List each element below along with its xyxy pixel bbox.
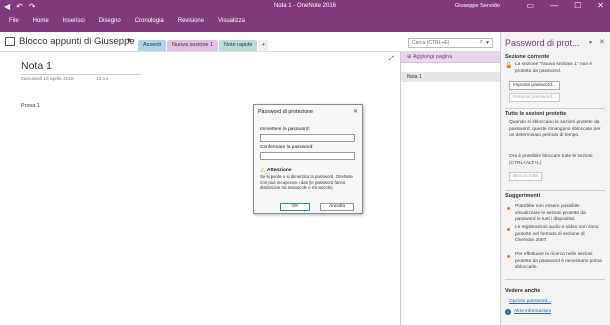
cancel-button[interactable]: Annulla xyxy=(320,203,354,211)
warning-text: Se si perde o si dimentica la password, … xyxy=(260,174,353,190)
divider xyxy=(505,190,605,191)
current-section-heading: Sezione corrente xyxy=(505,54,550,60)
task-pane-title: Password di prot... xyxy=(505,38,580,48)
tab-inserisci[interactable]: Inserisci xyxy=(63,18,85,24)
bullet-icon xyxy=(507,255,510,258)
minimize-icon[interactable]: — xyxy=(550,1,558,10)
tab-visualizza[interactable]: Visualizza xyxy=(218,18,245,24)
add-page-label: Aggiungi pagina xyxy=(412,54,453,60)
tips-heading: Suggerimenti xyxy=(505,193,541,199)
section-tab-assenti[interactable]: Assenti xyxy=(138,40,167,51)
ribbon: File Home Inserisci Disegno Cronologia R… xyxy=(0,14,610,32)
tab-disegno[interactable]: Disegno xyxy=(99,18,121,24)
chevron-down-icon[interactable]: ▼ xyxy=(588,40,593,46)
lock-all-button[interactable]: Blocca tutte xyxy=(509,172,543,181)
lock-icon: 🔒 xyxy=(505,63,513,69)
see-also-heading: Vedere anche xyxy=(505,288,541,294)
tip-item: Le registrazioni audio e video non sono … xyxy=(515,225,599,243)
page-body-text[interactable]: Prova 1 xyxy=(21,103,40,109)
search-placeholder: Cerca (CTRL+E) xyxy=(412,40,450,46)
tab-revisione[interactable]: Revisione xyxy=(178,18,204,24)
tab-home[interactable]: Home xyxy=(33,18,49,24)
tip-item: Per effettuare la ricerca nelle sezioni … xyxy=(515,252,602,270)
close-icon[interactable]: ✕ xyxy=(599,38,605,46)
page-date: mercoledì 18 aprile 2018 xyxy=(21,77,74,82)
enter-password-field[interactable] xyxy=(260,134,355,142)
notebook-name[interactable]: Blocco appunti di Giuseppe xyxy=(19,36,135,47)
maximize-icon[interactable]: ☐ xyxy=(574,1,581,10)
page-list-item[interactable]: Nota 1 xyxy=(401,72,500,82)
section-tab-nuova-sezione-1[interactable]: Nuova sezione 1 xyxy=(167,40,219,51)
divider xyxy=(505,279,605,280)
search-scope-chevron-icon[interactable]: ▼ xyxy=(485,40,490,46)
notebook-icon xyxy=(5,37,15,46)
chevron-down-icon[interactable]: ▼ xyxy=(126,38,132,44)
expand-icon[interactable]: ⤢ xyxy=(389,56,394,63)
add-page-icon: ⊕ xyxy=(407,54,412,60)
title-underline xyxy=(21,74,141,75)
window-title: Nota 1 - OneNote 2016 xyxy=(273,3,337,9)
all-sections-text: Quando si sbloccano le sezioni protette … xyxy=(509,120,601,138)
add-section-button[interactable]: + xyxy=(258,40,269,51)
password-task-pane: Password di prot... ▼ ✕ Sezione corrente… xyxy=(500,32,610,325)
section-tabs: Assenti Nuova sezione 1 Note rapide + xyxy=(138,40,269,51)
close-icon[interactable]: ✕ xyxy=(597,1,604,10)
set-password-button[interactable]: Imposta password... xyxy=(509,81,560,90)
window-controls: ▭ — ☐ ✕ xyxy=(527,1,604,10)
tip-item: Potrebbe non essere possibile visualizza… xyxy=(515,204,586,222)
bullet-icon xyxy=(507,228,510,231)
page-time: 13.14 xyxy=(96,77,109,82)
divider xyxy=(505,108,605,109)
more-info-link[interactable]: Altre informazioni xyxy=(514,309,551,314)
all-sections-heading: Tutte le sezioni protette xyxy=(505,111,567,117)
search-input[interactable]: Cerca (CTRL+E) ⌕ ▼ xyxy=(408,38,493,48)
warning-title: Attenzione xyxy=(267,168,292,173)
confirm-password-field[interactable] xyxy=(260,152,355,160)
title-bar: ◀ ↶ ↷ Nota 1 - OneNote 2016 Giuseppe Ser… xyxy=(0,0,610,14)
search-icon[interactable]: ⌕ xyxy=(480,39,483,46)
page-title[interactable]: Nota 1 xyxy=(21,60,52,72)
lock-all-text: Ora è possibile bloccare tutte le sezion… xyxy=(509,154,594,166)
restore-ribbon-icon[interactable]: ▭ xyxy=(527,1,535,10)
ok-button[interactable]: OK xyxy=(280,203,310,211)
warning-icon: ⚠ xyxy=(260,168,266,174)
ribbon-tabs: File Home Inserisci Disegno Cronologia R… xyxy=(9,18,245,24)
password-options-link[interactable]: Opzioni password... xyxy=(509,299,551,304)
add-page-button[interactable]: ⊕ Aggiungi pagina xyxy=(401,52,500,63)
info-icon: i xyxy=(505,309,511,315)
tab-cronologia[interactable]: Cronologia xyxy=(135,18,164,24)
close-icon[interactable]: ✕ xyxy=(353,108,358,115)
confirm-password-label: Confermare la password: xyxy=(260,145,314,150)
dialog-title: Password di protezione xyxy=(258,109,314,115)
tab-file[interactable]: File xyxy=(9,18,19,24)
current-section-text: La sezione "Nuova sezione 1" non è prote… xyxy=(515,62,593,74)
section-tab-note-rapide[interactable]: Note rapide xyxy=(219,40,258,51)
bullet-icon xyxy=(507,207,510,210)
notebook-bar: Blocco appunti di Giuseppe ▼ Assenti Nuo… xyxy=(0,32,500,52)
remove-password-button[interactable]: Rimuovi password... xyxy=(509,93,561,102)
pages-pane: ⊕ Aggiungi pagina Nota 1 xyxy=(400,52,500,325)
user-name[interactable]: Giuseppe Servidio xyxy=(455,3,500,9)
enter-password-label: Immettere la password: xyxy=(260,127,310,132)
password-dialog: Password di protezione ✕ Immettere la pa… xyxy=(253,104,363,214)
